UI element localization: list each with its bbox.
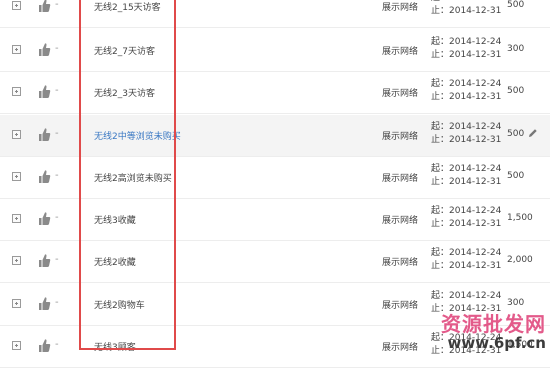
end-date: 止：2014-12-31 <box>431 177 502 187</box>
end-date: 止：2014-12-31 <box>431 261 502 271</box>
campaign-name: 无线2购物车 <box>94 301 145 311</box>
table-row[interactable]: - 无线2_15天访客 展示网络 起：2014-12-24 止：2014-12-… <box>0 0 550 28</box>
end-date: 止：2014-12-31 <box>431 219 502 229</box>
date-range: 起：2014-12-24 止：2014-12-31 <box>431 121 501 147</box>
channel-label: 展示网络 <box>382 3 419 13</box>
campaign-name: 无线2高浏览未购买 <box>94 174 172 184</box>
channel-label: 展示网络 <box>382 301 419 311</box>
thumbs-up-icon[interactable] <box>38 0 51 13</box>
status-dropdown-caret[interactable]: - <box>55 254 59 265</box>
status-dropdown-caret[interactable]: - <box>55 85 59 96</box>
start-date: 起：2014-12-24 <box>431 291 502 301</box>
channel-label: 展示网络 <box>382 89 419 99</box>
date-range: 起：2014-12-24 止：2014-12-31 <box>431 0 501 18</box>
plus-square-icon[interactable] <box>12 299 21 308</box>
thumbs-up-icon[interactable] <box>38 210 51 226</box>
campaign-name: 无线2_3天访客 <box>94 89 155 99</box>
campaign-name[interactable]: 无线2中等浏览未购买 <box>94 129 181 142</box>
campaign-name: 无线3顾客 <box>94 343 136 353</box>
pencil-icon[interactable] <box>528 128 538 138</box>
table-row[interactable]: - 无线2购物车 展示网络 起：2014-12-24 止：2014-12-31 … <box>0 284 550 326</box>
thumbs-up-icon[interactable] <box>38 41 51 57</box>
table-row[interactable]: - 无线2高浏览未购买 展示网络 起：2014-12-24 止：2014-12-… <box>0 157 550 199</box>
daily-budget: 1,500 <box>507 213 533 223</box>
status-dropdown-caret[interactable]: - <box>55 0 59 10</box>
campaign-name: 无线2_15天访客 <box>94 3 161 13</box>
daily-budget: 300 <box>507 44 525 54</box>
daily-budget: 300 <box>507 298 525 308</box>
thumbs-up-icon[interactable] <box>38 337 51 353</box>
daily-budget: 500 <box>507 171 525 181</box>
daily-budget: 2,000 <box>507 255 533 265</box>
date-range: 起：2014-12-24 止：2014-12-31 <box>431 290 501 316</box>
start-date: 起：2014-12-24 <box>431 122 502 132</box>
start-date: 起：2014-12-24 <box>431 37 502 47</box>
daily-budget: 500 <box>507 0 525 10</box>
start-date: 起：2014-12-24 <box>431 333 502 343</box>
status-dropdown-caret[interactable]: - <box>55 128 59 139</box>
end-date: 止：2014-12-31 <box>431 135 502 145</box>
plus-square-icon[interactable] <box>12 45 21 54</box>
end-date: 止：2014-12-31 <box>431 92 502 102</box>
table-row[interactable]: - 无线2收藏 展示网络 起：2014-12-24 止：2014-12-31 2… <box>0 241 550 283</box>
channel-label: 展示网络 <box>382 258 419 268</box>
status-dropdown-caret[interactable]: - <box>55 297 59 308</box>
date-range: 起：2014-12-24 止：2014-12-31 <box>431 332 501 358</box>
status-dropdown-caret[interactable]: - <box>55 43 59 54</box>
thumbs-up-icon[interactable] <box>38 83 51 99</box>
plus-square-icon[interactable] <box>12 172 21 181</box>
thumbs-up-icon[interactable] <box>38 126 51 142</box>
date-range: 起：2014-12-24 止：2014-12-31 <box>431 36 501 62</box>
channel-label: 展示网络 <box>382 216 419 226</box>
thumbs-up-icon[interactable] <box>38 252 51 268</box>
daily-budget: 1,500 <box>507 340 533 350</box>
date-range: 起：2014-12-24 止：2014-12-31 <box>431 247 501 273</box>
thumbs-up-icon[interactable] <box>38 295 51 311</box>
date-range: 起：2014-12-24 止：2014-12-31 <box>431 163 501 189</box>
thumbs-up-icon[interactable] <box>38 168 51 184</box>
table-row[interactable]: - 无线2_3天访客 展示网络 起：2014-12-24 止：2014-12-3… <box>0 72 550 114</box>
end-date: 止：2014-12-31 <box>431 50 502 60</box>
campaign-name: 无线2_7天访客 <box>94 47 155 57</box>
start-date: 起：2014-12-24 <box>431 79 502 89</box>
date-range: 起：2014-12-24 止：2014-12-31 <box>431 205 501 231</box>
date-range: 起：2014-12-24 止：2014-12-31 <box>431 78 501 104</box>
daily-budget: 500 <box>507 86 525 96</box>
daily-budget: 500 <box>507 129 525 139</box>
channel-label: 展示网络 <box>382 132 419 142</box>
start-date: 起：2014-12-24 <box>431 248 502 258</box>
status-dropdown-caret[interactable]: - <box>55 212 59 223</box>
plus-square-icon[interactable] <box>12 130 21 139</box>
campaign-name: 无线2收藏 <box>94 258 136 268</box>
start-date: 起：2014-12-24 <box>431 206 502 216</box>
start-date: 起：2014-12-24 <box>431 164 502 174</box>
plus-square-icon[interactable] <box>12 214 21 223</box>
plus-square-icon[interactable] <box>12 1 21 10</box>
campaign-name: 无线3收藏 <box>94 216 136 226</box>
status-dropdown-caret[interactable]: - <box>55 170 59 181</box>
plus-square-icon[interactable] <box>12 256 21 265</box>
end-date: 止：2014-12-31 <box>431 304 502 314</box>
table-row[interactable]: - 无线2中等浏览未购买 展示网络 起：2014-12-24 止：2014-12… <box>0 115 550 157</box>
plus-square-icon[interactable] <box>12 87 21 96</box>
end-date: 止：2014-12-31 <box>431 6 502 16</box>
table-row[interactable]: - 无线3收藏 展示网络 起：2014-12-24 止：2014-12-31 1… <box>0 199 550 241</box>
end-date: 止：2014-12-31 <box>431 346 502 356</box>
table-row[interactable]: - 无线3顾客 展示网络 起：2014-12-24 止：2014-12-31 1… <box>0 326 550 368</box>
plus-square-icon[interactable] <box>12 341 21 350</box>
status-dropdown-caret[interactable]: - <box>55 339 59 350</box>
channel-label: 展示网络 <box>382 343 419 353</box>
channel-label: 展示网络 <box>382 174 419 184</box>
channel-label: 展示网络 <box>382 47 419 57</box>
table-row[interactable]: - 无线2_7天访客 展示网络 起：2014-12-24 止：2014-12-3… <box>0 30 550 72</box>
